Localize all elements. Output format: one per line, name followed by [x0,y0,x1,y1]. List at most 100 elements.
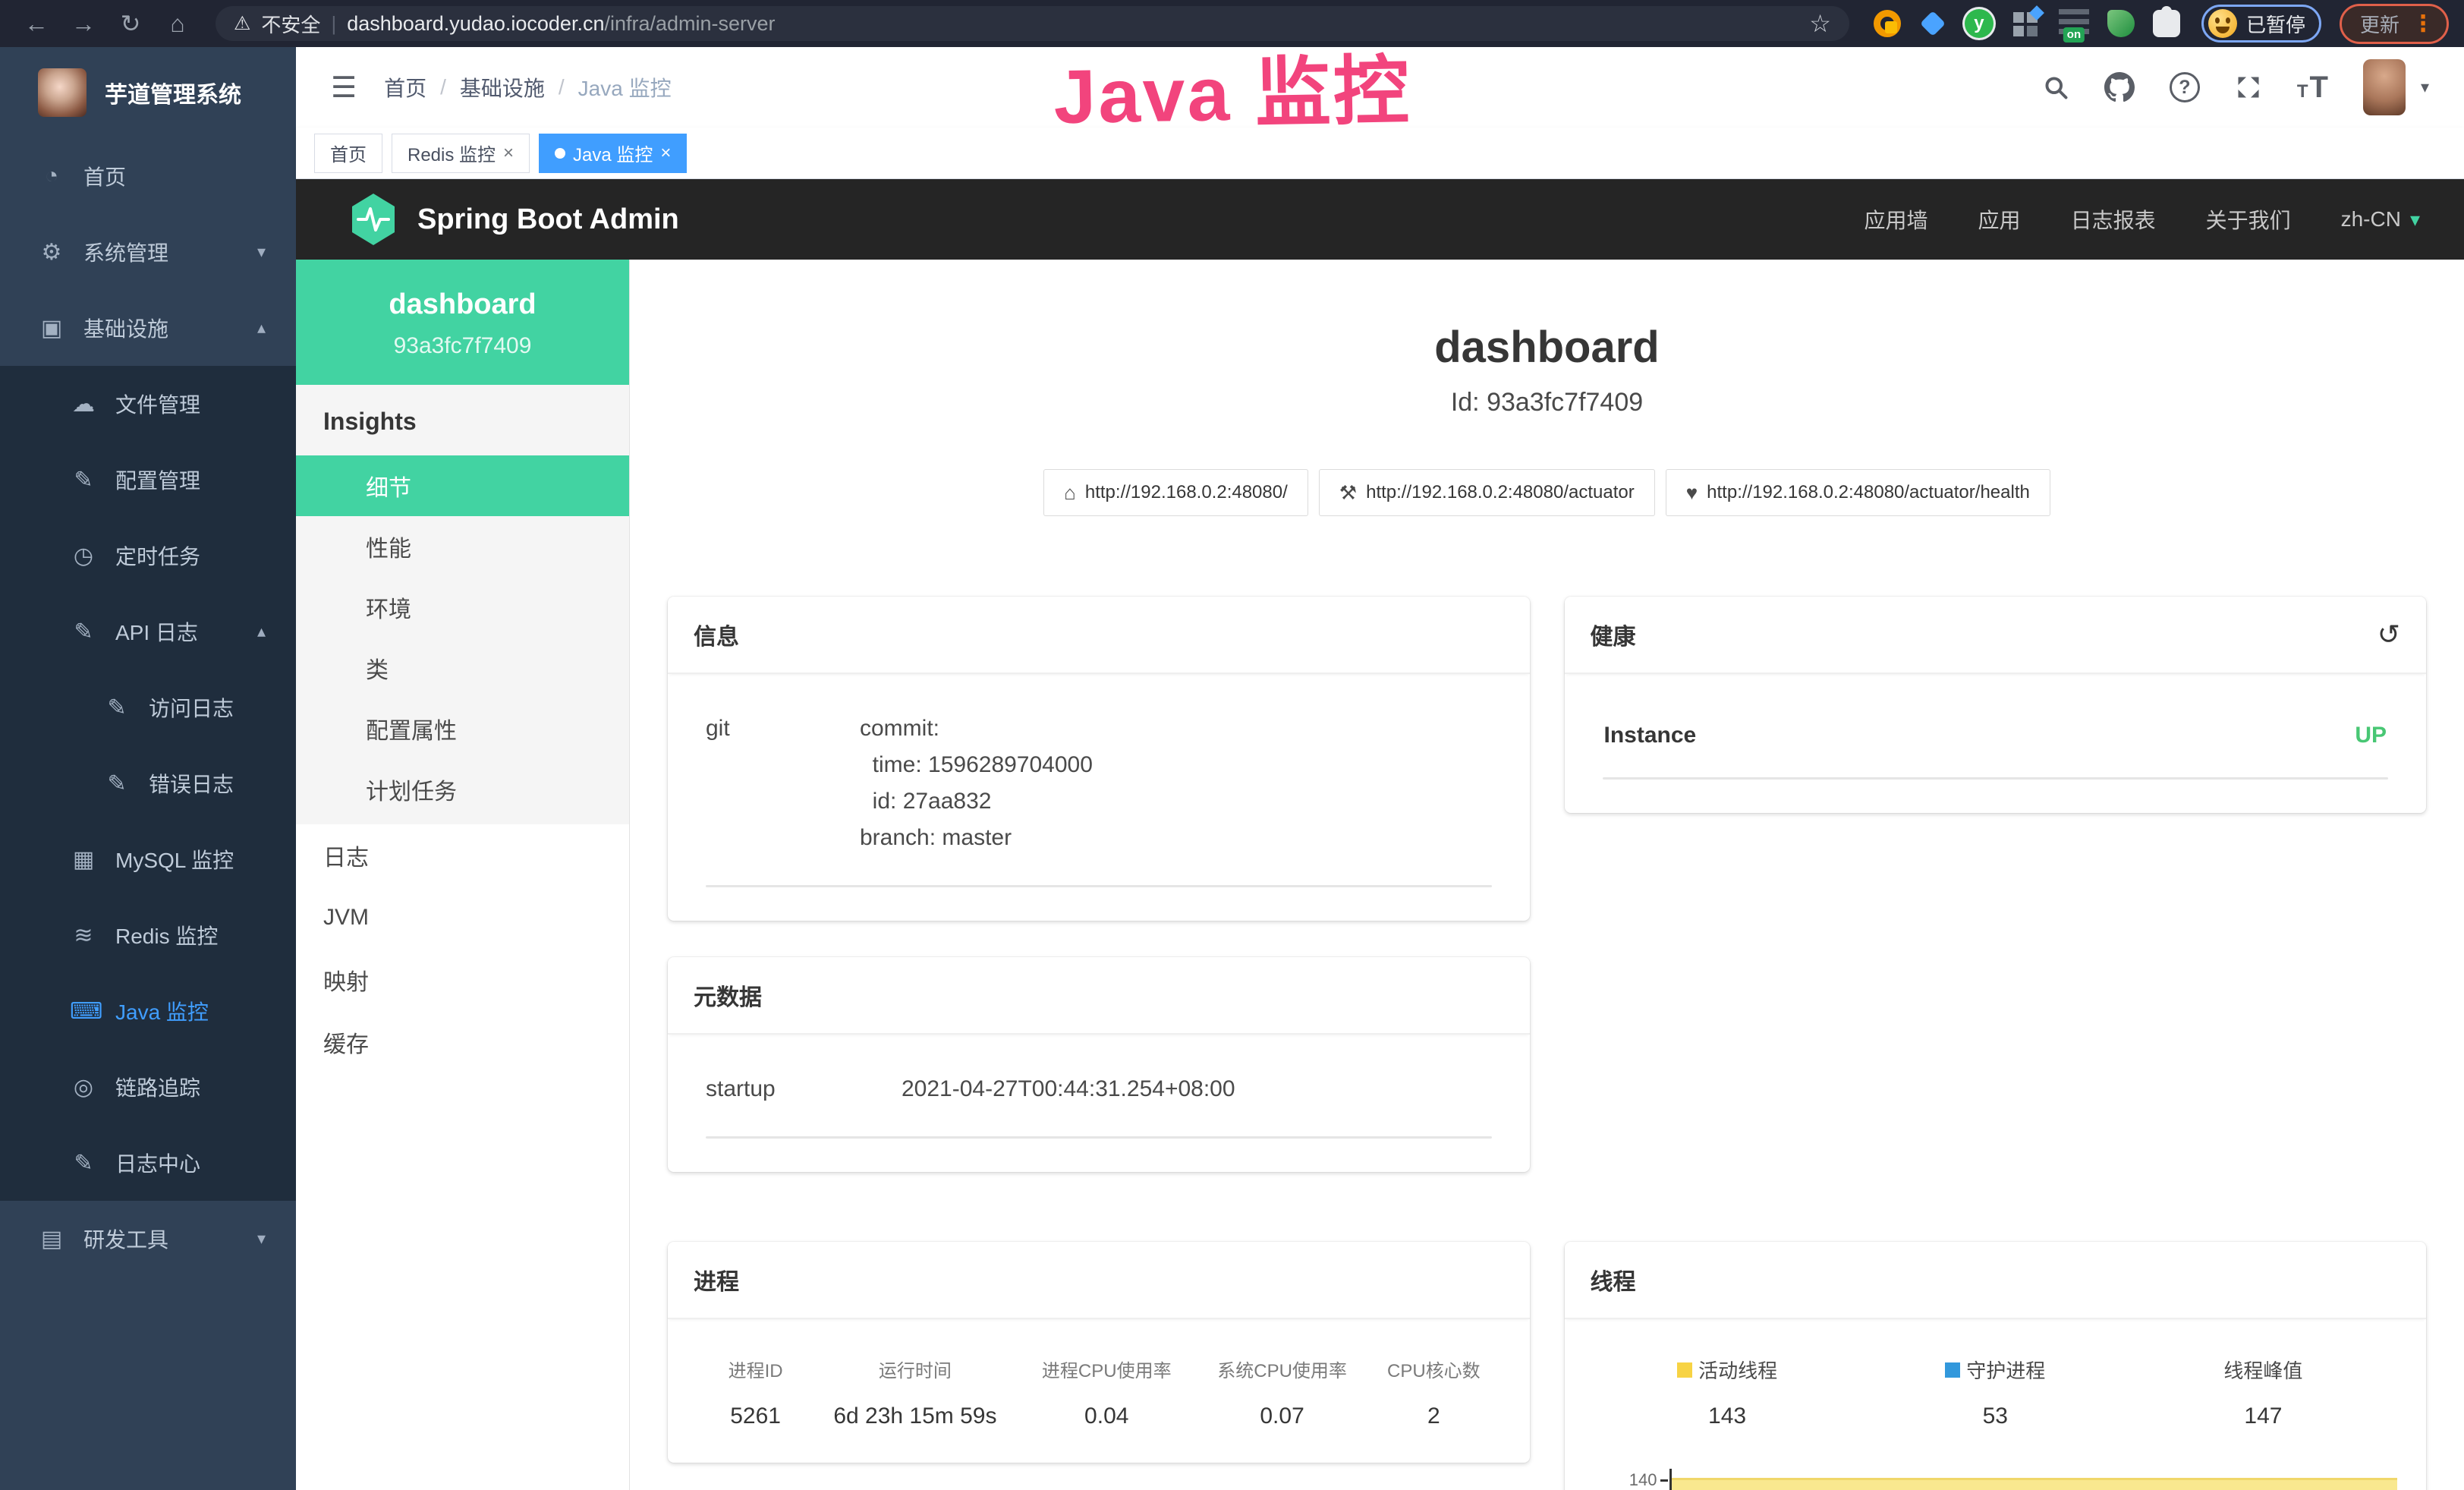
info-row-git: git commit: time: 1596289704000 id: 27aa… [697,710,1501,856]
sidebar-item-label: 配置管理 [115,465,200,495]
sba-instance-header[interactable]: dashboard 93a3fc7f7409 [296,260,629,385]
sidebar-item-tracing[interactable]: ◎ 链路追踪 [0,1049,296,1125]
bookmark-star-icon[interactable]: ☆ [1809,9,1831,38]
sidebar-item-infrastructure[interactable]: ▣ 基础设施 ▴ [0,290,296,366]
sba-menu-item-mappings[interactable]: 映射 [296,949,629,1011]
grid-extension-icon[interactable] [2012,9,2041,38]
health-url-chip[interactable]: ♥ http://192.168.0.2:48080/actuator/heal… [1666,469,2050,516]
sidebar-item-mysql-monitor[interactable]: ▦ MySQL 监控 [0,821,296,897]
breadcrumb-infrastructure[interactable]: 基础设施 [460,72,545,102]
font-size-icon[interactable]: TT [2297,72,2328,102]
sidebar-item-label: 日志中心 [115,1148,200,1178]
sba-nav: 应用墙 应用 日志报表 关于我们 zh-CN ▾ [1865,204,2420,235]
paused-label: 已暂停 [2246,10,2305,38]
log-icon: ✎ [103,695,131,721]
paused-extension-badge[interactable]: 已暂停 [2201,5,2321,43]
sidebar-item-label: 研发工具 [83,1224,168,1254]
sba-menu-item-performance[interactable]: 性能 [296,516,629,577]
language-selector[interactable]: zh-CN ▾ [2341,207,2420,232]
forward-icon[interactable]: → [62,10,105,38]
tag-java-monitor[interactable]: Java 监控 × [539,134,687,173]
search-icon[interactable] [2042,74,2069,101]
reload-icon[interactable]: ↻ [109,9,152,38]
sba-menu-item-classes[interactable]: 类 [296,638,629,698]
sidebar-item-dev-tools[interactable]: ▤ 研发工具 ▾ [0,1201,296,1277]
logo-avatar [38,68,87,117]
list-extension-icon[interactable]: on [2059,9,2089,38]
app-logo[interactable]: 芋道管理系统 [0,47,296,138]
sidebar-item-config-management[interactable]: ✎ 配置管理 [0,442,296,518]
edit-icon: ✎ [70,467,97,493]
sba-menu-item-caches[interactable]: 缓存 [296,1011,629,1073]
tag-home[interactable]: 首页 [314,134,382,173]
close-icon[interactable]: × [503,143,514,164]
browser-menu-icon[interactable]: ⋮ [2412,11,2434,37]
avatar[interactable] [2363,59,2406,115]
sidebar-item-api-logs[interactable]: ✎ API 日志 ▴ [0,594,296,669]
card-title: 进程 [694,1263,739,1296]
legend-label: 守护进程 [1966,1356,2045,1384]
sidebar-item-label: API 日志 [115,616,198,647]
sba-nav-about[interactable]: 关于我们 [2206,204,2291,235]
sidebar-item-system-management[interactable]: ⚙ 系统管理 ▾ [0,214,296,290]
leaf-extension-icon[interactable] [2107,10,2135,37]
sba-menu-item-scheduled-tasks[interactable]: 计划任务 [296,759,629,820]
home-icon[interactable]: ⌂ [156,10,199,38]
sidebar-item-dashboard[interactable]: ◔ 首页 [0,138,296,214]
back-icon[interactable]: ← [15,10,58,38]
sidebar-item-scheduled-jobs[interactable]: ◷ 定时任务 [0,518,296,594]
instance-id: 93a3fc7f7409 [304,333,622,359]
sba-menu-item-environment[interactable]: 环境 [296,577,629,638]
language-label: zh-CN [2341,207,2401,232]
sidebar-item-java-monitor[interactable]: ⌨ Java 监控 [0,973,296,1049]
sidebar-item-label: 文件管理 [115,389,200,419]
sidebar-item-error-logs[interactable]: ✎ 错误日志 [0,745,296,821]
header-actions: ? TT ▾ [2042,59,2429,115]
sba-menu-item-details[interactable]: 细节 [296,455,629,516]
card-title: 元数据 [694,978,762,1012]
annotation-java-monitor: Java 监控 [1053,29,1412,145]
sba-nav-applications[interactable]: 应用 [1978,204,2021,235]
health-row-instance[interactable]: Instance UP [1594,723,2398,748]
y-tick: 140 [1594,1470,1669,1490]
puzzle-extension-icon[interactable] [2153,10,2180,37]
close-icon[interactable]: × [660,143,671,164]
sidebar-item-log-center[interactable]: ✎ 日志中心 [0,1125,296,1201]
fullscreen-icon[interactable] [2235,74,2262,101]
blue-pin-extension-icon[interactable] [1919,10,1946,37]
info-card-body: git commit: time: 1596289704000 id: 27aa… [668,674,1530,921]
sidebar-item-access-logs[interactable]: ✎ 访问日志 [0,669,296,745]
sba-menu-item-config-props[interactable]: 配置属性 [296,698,629,759]
on-badge: on [2063,27,2085,43]
update-button[interactable]: 更新 ⋮ [2340,4,2449,44]
service-url-chip[interactable]: ⌂ http://192.168.0.2:48080/ [1043,469,1308,516]
timer-icon: ◷ [70,543,97,569]
sba-brand[interactable]: Spring Boot Admin [349,192,679,247]
actuator-url-chip[interactable]: ⚒ http://192.168.0.2:48080/actuator [1319,469,1655,516]
sba-nav-wallboard[interactable]: 应用墙 [1865,204,1928,235]
sidebar-item-file-management[interactable]: ☁ 文件管理 [0,366,296,442]
history-icon[interactable]: ↺ [2377,619,2400,650]
breadcrumb-home[interactable]: 首页 [384,72,426,102]
sba-nav-journal[interactable]: 日志报表 [2071,204,2156,235]
security-label[interactable]: 不安全 [261,10,320,38]
tag-redis-monitor[interactable]: Redis 监控 × [392,134,530,173]
breadcrumb-separator: / [440,75,446,99]
url-host: dashboard.yudao.iocoder.cn [347,12,604,35]
breadcrumb: 首页 / 基础设施 / Java 监控 [384,72,672,102]
sba-menu-item-logs[interactable]: 日志 [296,824,629,887]
metadata-value: 2021-04-27T00:44:31.254+08:00 [902,1071,1501,1107]
hamburger-icon[interactable]: ☰ [331,71,357,105]
url-bar[interactable]: ⚠ 不安全 | dashboard.yudao.iocoder.cn/infra… [216,6,1849,41]
green-y-extension-icon[interactable]: y [1965,9,1994,38]
orange-ring-extension-icon[interactable] [1874,10,1901,37]
avatar-caret-icon[interactable]: ▾ [2421,77,2429,97]
help-icon[interactable]: ? [2170,72,2200,102]
chevron-up-icon: ▴ [257,622,266,641]
log-icon: ✎ [103,770,131,797]
sba-menu-item-jvm[interactable]: JVM [296,887,629,949]
cell-value: 5261 [700,1403,811,1429]
sidebar-item-redis-monitor[interactable]: ≋ Redis 监控 [0,897,296,973]
github-icon[interactable] [2104,72,2135,102]
card-title: 健康 [1591,618,1636,651]
